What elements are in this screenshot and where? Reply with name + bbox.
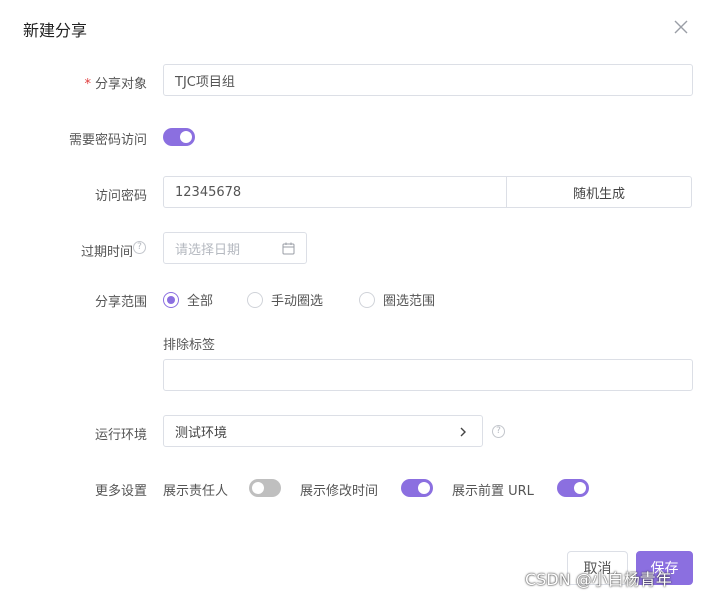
- scope-option-range-label: 圈选范围: [383, 294, 436, 309]
- close-icon[interactable]: [674, 20, 688, 34]
- share-target-label: * 分享对象: [84, 73, 147, 92]
- cancel-button[interactable]: 取消: [567, 551, 628, 585]
- expiry-label: 过期时间: [80, 245, 133, 260]
- more-settings-label: 更多设置: [94, 484, 147, 499]
- scope-label: 分享范围: [94, 295, 147, 310]
- show-modified-label: 展示修改时间: [300, 484, 379, 499]
- environment-select[interactable]: 测试环境: [163, 415, 483, 447]
- exclude-tags-input[interactable]: [163, 359, 693, 391]
- exclude-tags-label: 排除标签: [163, 338, 216, 353]
- share-target-input[interactable]: TJC项目组: [163, 64, 693, 96]
- show-prefix-url-toggle[interactable]: [557, 479, 589, 497]
- toggle-knob: [574, 482, 586, 494]
- expiry-placeholder: 请选择日期: [175, 242, 241, 258]
- environment-value: 测试环境: [175, 425, 228, 441]
- show-prefix-url-label: 展示前置 URL: [452, 484, 534, 499]
- help-icon[interactable]: ?: [492, 425, 505, 438]
- help-icon[interactable]: ?: [133, 241, 146, 254]
- chevron-right-icon: [460, 427, 466, 437]
- password-required-toggle[interactable]: [163, 128, 195, 146]
- share-target-label-text: 分享对象: [94, 77, 147, 92]
- close-button[interactable]: [671, 17, 691, 37]
- save-button[interactable]: 保存: [636, 551, 693, 585]
- generate-password-button[interactable]: 随机生成: [506, 176, 692, 208]
- scope-option-manual[interactable]: 手动圈选: [247, 290, 323, 309]
- radio-circle: [163, 291, 179, 308]
- radio-circle: [359, 291, 375, 308]
- password-label: 访问密码: [94, 189, 147, 204]
- toggle-knob: [252, 482, 264, 494]
- dialog-title: 新建分享: [23, 21, 88, 40]
- environment-label: 运行环境: [94, 428, 147, 443]
- scope-option-range[interactable]: 圈选范围: [359, 290, 435, 309]
- toggle-knob: [180, 131, 192, 143]
- scope-option-manual-label: 手动圈选: [271, 294, 324, 309]
- show-owner-toggle[interactable]: [249, 479, 281, 497]
- radio-circle: [247, 291, 263, 308]
- share-target-value: TJC项目组: [175, 74, 235, 90]
- required-mark: *: [84, 77, 91, 92]
- password-required-label: 需要密码访问: [68, 133, 147, 148]
- show-owner-label: 展示责任人: [163, 484, 229, 499]
- scope-option-all[interactable]: 全部: [163, 290, 213, 309]
- expiry-date-picker[interactable]: 请选择日期: [163, 232, 307, 264]
- calendar-icon: [282, 242, 295, 255]
- scope-option-all-label: 全部: [187, 294, 214, 309]
- password-value: 12345678: [175, 184, 242, 200]
- password-input[interactable]: 12345678: [163, 176, 507, 208]
- show-modified-toggle[interactable]: [401, 479, 433, 497]
- toggle-knob: [418, 482, 430, 494]
- generate-password-label: 随机生成: [572, 186, 625, 202]
